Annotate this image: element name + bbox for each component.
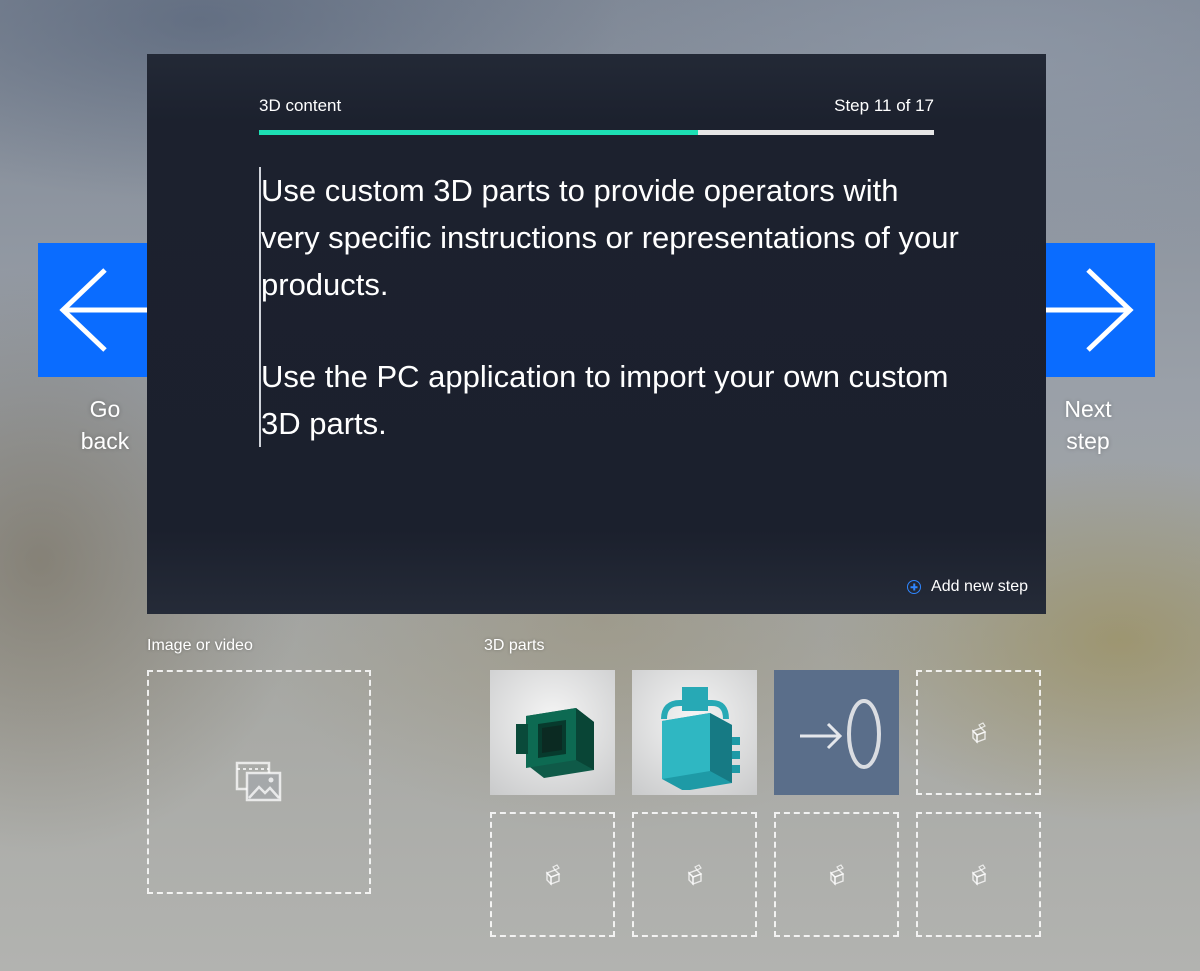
image-gallery-icon [235, 761, 282, 802]
add-new-step-button[interactable]: Add new step [907, 578, 1028, 596]
section-title: 3D content [259, 96, 342, 115]
part-slot-green-connector[interactable] [490, 670, 615, 795]
part-slot-empty[interactable] [916, 670, 1041, 795]
part-slot-empty[interactable] [632, 812, 757, 937]
arrow-left-icon [59, 268, 149, 352]
add-new-step-label: Add new step [931, 578, 1028, 595]
add-circle-icon [907, 580, 922, 594]
part-slot-empty[interactable] [916, 812, 1041, 937]
parts-title: 3D parts [484, 637, 545, 654]
instruction-panel: 3D content Step 11 of 17 Use custom 3D p… [147, 54, 1046, 614]
green-connector-part [515, 707, 594, 778]
cube-icon [829, 863, 844, 886]
arrow-right-icon [1044, 268, 1134, 352]
instruction-paragraph: Use the PC application to import your ow… [261, 359, 949, 441]
progress-fill [259, 130, 698, 135]
cube-icon [687, 863, 702, 886]
instruction-text[interactable]: Use custom 3D parts to provide operators… [259, 167, 961, 447]
cube-icon [971, 721, 986, 744]
cube-icon [971, 863, 986, 886]
arrow-ring-part [799, 698, 881, 769]
part-slot-empty[interactable] [774, 812, 899, 937]
instruction-paragraph: Use custom 3D parts to provide operators… [261, 173, 959, 302]
media-slot-title: Image or video [147, 637, 253, 654]
media-slot[interactable] [147, 670, 371, 894]
cube-icon [545, 863, 560, 886]
progress-bar [259, 130, 934, 135]
part-slot-arrow-ring[interactable] [774, 670, 899, 795]
step-counter: Step 11 of 17 [834, 96, 934, 115]
part-slot-empty[interactable] [490, 812, 615, 937]
part-slot-teal-block[interactable] [632, 670, 757, 795]
teal-block-part [660, 687, 740, 790]
